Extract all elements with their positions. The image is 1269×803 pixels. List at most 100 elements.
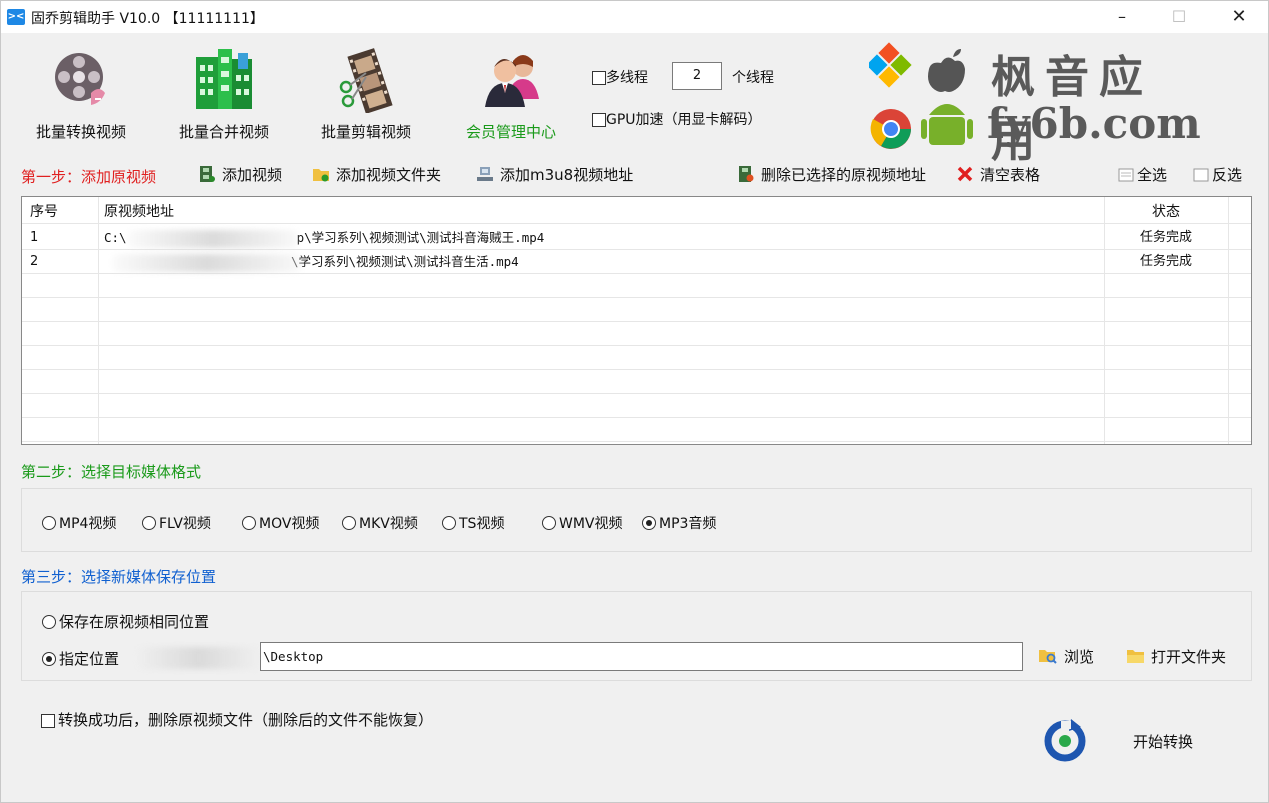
format-ts-radio[interactable]: TS视频 [442,513,504,533]
row-status: 任务完成 [1139,254,1192,269]
empty-row [22,346,1251,370]
start-convert-button[interactable]: 开始转换 [1133,731,1193,752]
row-path-suffix: \学习系列\视频测试\测试抖音生活.mp4 [291,254,519,269]
invert-select-button[interactable]: 反选 [1193,164,1242,186]
watermark: 枫音应用 fy6b.com [869,41,1201,167]
empty-row [22,322,1251,346]
select-all-button[interactable]: 全选 [1118,164,1167,186]
gpu-label: GPU加速（用显卡解码） [606,112,762,128]
window-title: 固乔剪辑助手 V10.0 【11111111】 [31,11,264,27]
add-folder-button[interactable]: 添加视频文件夹 [313,164,441,186]
radio-circle[interactable] [42,615,56,629]
add-folder-label: 添加视频文件夹 [336,166,442,184]
film-delete-icon [738,166,754,182]
thread-count-input[interactable]: 2 [672,62,722,90]
row-path-prefix: C:\ [104,230,127,245]
header-path[interactable]: 原视频地址 [104,200,1104,224]
header-index[interactable]: 序号 [30,200,98,224]
batch-merge-button[interactable]: 批量合并视频 [159,41,289,141]
film-strip-scissors-icon [339,48,393,113]
start-convert-icon[interactable] [1041,717,1089,763]
row-path-suffix: p\学习系列\视频测试\测试抖音海贼王.mp4 [296,230,545,245]
format-wmv-radio[interactable]: WMV视频 [542,513,623,533]
delete-selected-button[interactable]: 删除已选择的原视频地址 [738,164,926,186]
format-mkv-radio[interactable]: MKV视频 [342,513,418,533]
step1-label: 第一步：添加原视频 [21,168,157,186]
network-link-icon [477,166,493,182]
row-status: 任务完成 [1139,230,1192,245]
format-mp3-radio[interactable]: MP3音频 [642,513,716,533]
empty-row [22,418,1251,442]
clear-table-button[interactable]: 清空表格 [957,164,1040,186]
row-index: 1 [30,230,39,245]
app-icon: >< [7,9,25,25]
batch-edit-button[interactable]: 批量剪辑视频 [301,41,431,141]
format-label: MKV视频 [359,516,418,532]
format-label: TS视频 [459,516,505,532]
batch-convert-label: 批量转换视频 [35,123,126,141]
format-mov-radio[interactable]: MOV视频 [242,513,319,533]
browse-button[interactable]: 浏览 [1039,646,1094,667]
folder-search-icon [1039,648,1057,664]
invert-select-label: 反选 [1212,166,1243,184]
radio-circle[interactable] [342,516,356,530]
format-label: MOV视频 [259,516,320,532]
add-video-label: 添加视频 [222,166,283,184]
save-custom-label: 指定位置 [59,650,120,668]
radio-circle[interactable] [442,516,456,530]
save-same-label: 保存在原视频相同位置 [59,613,210,631]
gpu-check-box[interactable] [592,113,606,127]
close-button[interactable]: ✕ [1211,1,1267,33]
format-label: WMV视频 [559,516,623,532]
empty-row [22,370,1251,394]
radio-circle[interactable] [242,516,256,530]
blank-page-icon [1193,166,1209,182]
folder-icon [1127,648,1145,664]
multithread-label: 多线程 [606,70,648,86]
row-index: 2 [30,254,39,269]
building-blocks-icon [196,49,252,109]
delete-after-label: 转换成功后，删除原视频文件（删除后的文件不能恢复） [58,711,434,729]
format-label: MP3音频 [659,516,717,532]
multithread-checkbox[interactable]: 多线程 [592,67,648,87]
thread-unit-label: 个线程 [732,70,774,86]
open-folder-label: 打开文件夹 [1151,648,1227,666]
save-path-input[interactable]: \Desktop [260,642,1023,671]
radio-circle-selected[interactable] [642,516,656,530]
format-label: FLV视频 [159,516,211,532]
gpu-checkbox[interactable]: GPU加速（用显卡解码） [592,109,762,129]
table-header-row: 序号 原视频地址 状态 [22,200,1251,224]
empty-row [22,394,1251,418]
multithread-check-box[interactable] [592,71,606,85]
step3-label: 第三步：选择新媒体保存位置 [21,568,217,586]
delete-after-checkbox[interactable]: 转换成功后，删除原视频文件（删除后的文件不能恢复） [41,709,433,730]
format-flv-radio[interactable]: FLV视频 [142,513,211,533]
batch-convert-button[interactable]: 批量转换视频 [16,41,146,141]
film-add-icon [199,166,215,182]
batch-merge-label: 批量合并视频 [178,123,269,141]
radio-circle-selected[interactable] [42,652,56,666]
radio-circle[interactable] [542,516,556,530]
add-video-button[interactable]: 添加视频 [199,164,282,186]
users-icon [485,55,539,107]
header-status[interactable]: 状态 [1104,200,1228,224]
delete-selected-label: 删除已选择的原视频地址 [761,166,927,184]
add-m3u8-button[interactable]: 添加m3u8视频地址 [477,164,633,186]
red-x-icon [957,166,973,182]
open-folder-button[interactable]: 打开文件夹 [1127,646,1226,667]
save-same-location-radio[interactable]: 保存在原视频相同位置 [42,611,209,632]
member-center-label: 会员管理中心 [465,123,556,141]
member-center-button[interactable]: 会员管理中心 [446,41,576,141]
redaction-blur [136,647,261,669]
format-label: MP4视频 [59,516,117,532]
format-mp4-radio[interactable]: MP4视频 [42,513,116,533]
minimize-button[interactable]: – [1094,1,1150,33]
save-custom-location-radio[interactable]: 指定位置 [42,648,119,669]
radio-circle[interactable] [142,516,156,530]
maximize-button[interactable]: ☐ [1151,1,1207,33]
video-table[interactable]: 序号 原视频地址 状态 1 C:\ p\学习系列\视频测试\测试抖音海贼王.mp4… [21,196,1252,445]
batch-edit-label: 批量剪辑视频 [320,123,411,141]
empty-row [22,274,1251,298]
delete-after-check-box[interactable] [41,713,55,728]
radio-circle[interactable] [42,516,56,530]
